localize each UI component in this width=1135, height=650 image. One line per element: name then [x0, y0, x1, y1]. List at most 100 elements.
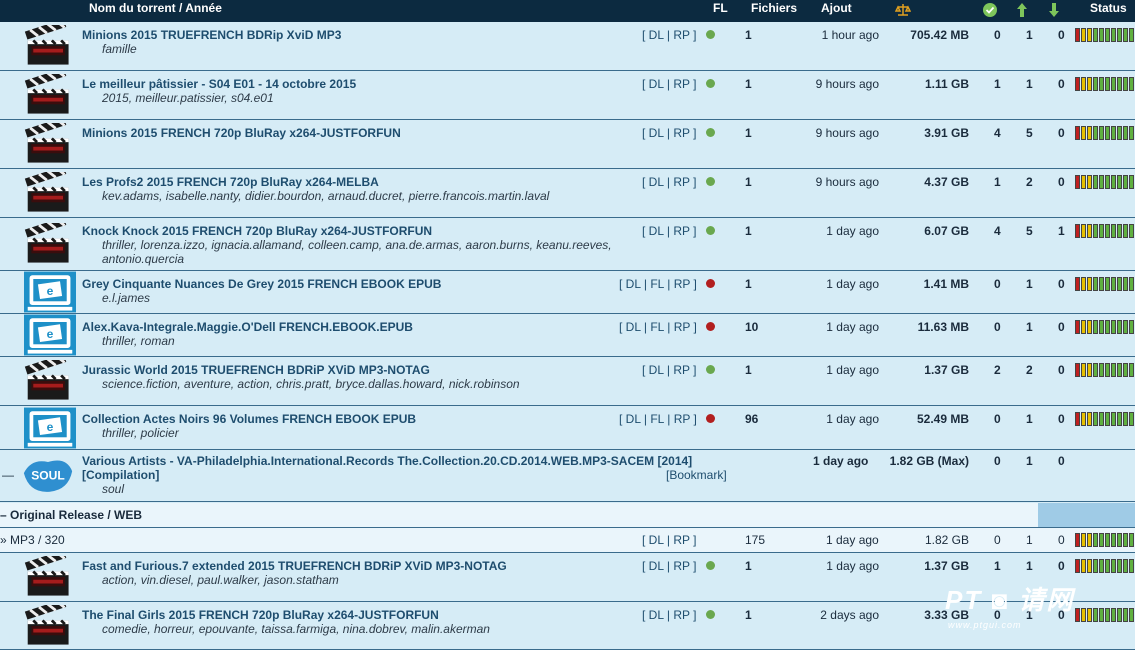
torrent-title[interactable]: Minions 2015 TRUEFRENCH BDRip XviD MP3 — [82, 28, 341, 42]
torrent-title[interactable]: Collection Actes Noirs 96 Volumes FRENCH… — [82, 412, 416, 426]
download-links[interactable]: [ DL | RP ] — [642, 77, 696, 91]
torrent-title[interactable]: Jurassic World 2015 TRUEFRENCH BDRiP XVi… — [82, 363, 430, 377]
download-links[interactable]: [ DL | RP ] — [642, 126, 696, 140]
torrent-title[interactable]: Knock Knock 2015 FRENCH 720p BluRay x264… — [82, 224, 432, 238]
completed-count: 0 — [994, 412, 1001, 426]
download-links[interactable]: [ DL | RP ] — [642, 363, 696, 377]
format-size: 1.82 GB — [924, 533, 969, 547]
torrent-tags[interactable]: comedie, horreur, epouvante, taissa.farm… — [102, 622, 490, 636]
clapperboard-icon[interactable] — [24, 116, 76, 165]
svg-text:e: e — [47, 327, 54, 341]
table-row: Minions 2015 FRENCH 720p BluRay x264-JUS… — [0, 116, 1135, 169]
release-label[interactable]: – Original Release / WEB — [0, 508, 142, 522]
scales-icon[interactable] — [895, 2, 911, 18]
arrow-down-icon[interactable] — [1046, 2, 1062, 18]
added-time: 1 day ago — [826, 412, 879, 426]
check-circle-icon[interactable] — [982, 2, 998, 18]
torrent-title[interactable]: Grey Cinquante Nuances De Grey 2015 FREN… — [82, 277, 441, 291]
files-count: 1 — [745, 175, 752, 189]
size: 4.37 GB — [924, 175, 969, 189]
torrent-tags[interactable]: thriller, lorenza.izzo, ignacia.allamand… — [102, 238, 612, 252]
ebook-icon[interactable]: e — [24, 407, 76, 449]
clapperboard-icon[interactable] — [24, 549, 76, 598]
ebook-icon[interactable]: e — [24, 271, 76, 313]
status-bar — [1075, 320, 1135, 334]
completed-count: 0 — [994, 320, 1001, 334]
torrent-tags[interactable]: e.l.james — [102, 291, 150, 305]
download-links[interactable]: [ DL | RP ] — [642, 224, 696, 238]
added-time: 1 hour ago — [821, 28, 879, 42]
download-links[interactable]: [ DL | RP ] — [642, 608, 696, 622]
ebook-icon[interactable]: e — [24, 314, 76, 356]
download-links[interactable]: [ DL | FL | RP ] — [619, 320, 697, 334]
clapperboard-icon[interactable] — [24, 67, 76, 116]
torrent-tags[interactable]: famille — [102, 42, 137, 56]
table-row: Le meilleur pâtissier - S04 E01 - 14 oct… — [0, 67, 1135, 120]
torrent-title[interactable]: Les Profs2 2015 FRENCH 720p BluRay x264-… — [82, 175, 379, 189]
files-count: 1 — [745, 126, 752, 140]
freeleech-indicator — [706, 79, 715, 88]
torrent-tags[interactable]: thriller, roman — [102, 334, 175, 348]
torrent-title[interactable]: Alex.Kava-Integrale.Maggie.O'Dell FRENCH… — [82, 320, 413, 334]
torrent-title[interactable]: The Final Girls 2015 FRENCH 720p BluRay … — [82, 608, 439, 622]
size: 705.42 MB — [910, 28, 969, 42]
freeleech-indicator — [706, 279, 715, 288]
freeleech-indicator — [706, 561, 715, 570]
col-added[interactable]: Ajout — [821, 1, 852, 15]
freeleech-indicator — [706, 414, 715, 423]
status-bar — [1075, 363, 1135, 377]
torrent-title[interactable]: Minions 2015 FRENCH 720p BluRay x264-JUS… — [82, 126, 401, 140]
col-status[interactable]: Status — [1090, 1, 1127, 15]
torrent-title[interactable]: Fast and Furious.7 extended 2015 TRUEFRE… — [82, 559, 507, 573]
download-links[interactable]: [ DL | RP ] — [642, 175, 696, 189]
size: 1.37 GB — [924, 559, 969, 573]
download-links[interactable]: [ DL | FL | RP ] — [619, 412, 697, 426]
expand-toggle[interactable]: — — [2, 468, 14, 482]
download-links[interactable]: [ DL | RP ] — [642, 28, 696, 42]
col-fl[interactable]: FL — [713, 1, 728, 15]
col-name[interactable]: Nom du torrent / Année — [89, 1, 222, 15]
torrent-tags[interactable]: kev.adams, isabelle.nanty, didier.bourdo… — [102, 189, 549, 203]
completed-count: 1 — [994, 559, 1001, 573]
freeleech-indicator — [706, 365, 715, 374]
freeleech-indicator — [706, 610, 715, 619]
leechers-count: 0 — [1058, 277, 1065, 291]
torrent-tags[interactable]: 2015, meilleur.patissier, s04.e01 — [102, 91, 274, 105]
torrent-tags[interactable]: science.fiction, aventure, action, chris… — [102, 377, 520, 391]
size: 1.11 GB — [924, 77, 969, 91]
group-row: — SOUL Various Artists - VA-Philadelphia… — [0, 450, 1135, 502]
completed-count: 4 — [994, 224, 1001, 238]
clapperboard-icon[interactable] — [24, 165, 76, 214]
download-links[interactable]: [ DL | RP ] — [642, 559, 696, 573]
bookmark-link[interactable]: [Bookmark] — [666, 468, 727, 482]
table-row: Minions 2015 TRUEFRENCH BDRip XviD MP3 fa… — [0, 18, 1135, 71]
freeleech-indicator — [706, 226, 715, 235]
added-time: 2 days ago — [820, 608, 879, 622]
clapperboard-icon[interactable] — [24, 18, 76, 67]
clapperboard-icon[interactable] — [24, 216, 76, 265]
arrow-up-icon[interactable] — [1014, 2, 1030, 18]
col-files[interactable]: Fichiers — [751, 1, 797, 15]
freeleech-indicator — [706, 128, 715, 137]
svg-text:e: e — [47, 284, 54, 298]
torrent-tags-cont[interactable]: antonio.quercia — [102, 252, 184, 266]
torrent-tags[interactable]: action, vin.diesel, paul.walker, jason.s… — [102, 573, 339, 587]
added-time: 9 hours ago — [815, 77, 879, 91]
format-label[interactable]: » MP3 / 320 — [0, 533, 65, 547]
status-bar — [1075, 412, 1135, 426]
torrent-title[interactable]: Le meilleur pâtissier - S04 E01 - 14 oct… — [82, 77, 356, 91]
clapperboard-icon[interactable] — [24, 598, 76, 647]
download-links[interactable]: [ DL | FL | RP ] — [619, 277, 697, 291]
group-tags[interactable]: soul — [102, 482, 124, 496]
table-row: Les Profs2 2015 FRENCH 720p BluRay x264-… — [0, 165, 1135, 218]
group-title[interactable]: Various Artists - VA-Philadelphia.Intern… — [82, 454, 692, 468]
clapperboard-icon[interactable] — [24, 353, 76, 402]
torrent-tags[interactable]: thriller, policier — [102, 426, 179, 440]
leechers-count: 0 — [1058, 77, 1065, 91]
format-links[interactable]: [ DL | RP ] — [642, 533, 696, 547]
leechers-count: 0 — [1058, 175, 1065, 189]
table-header: Nom du torrent / Année FL Fichiers Ajout… — [0, 0, 1135, 22]
files-count: 1 — [745, 224, 752, 238]
format-down: 0 — [1058, 533, 1065, 547]
table-row: e Alex.Kava-Integrale.Maggie.O'Dell FRENC… — [0, 314, 1135, 357]
